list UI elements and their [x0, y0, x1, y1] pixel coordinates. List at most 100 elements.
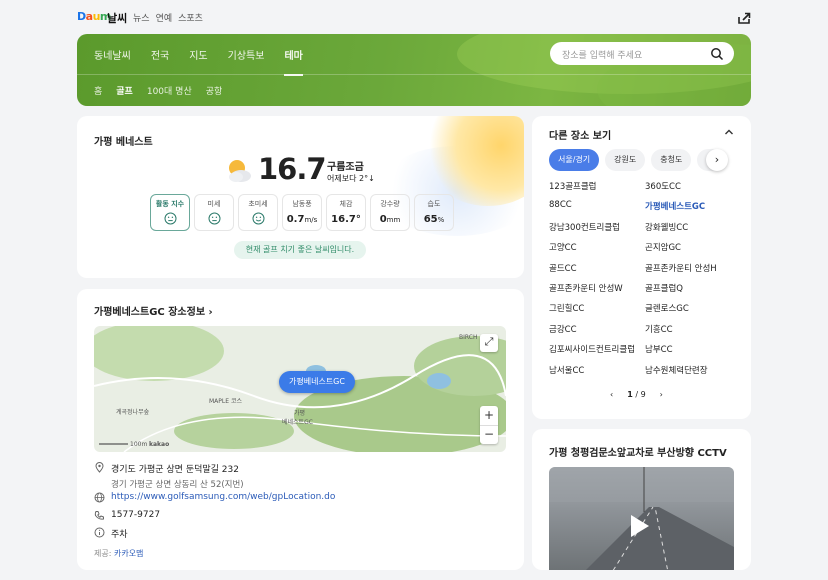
map-label: 계곡정나무숲: [116, 409, 150, 416]
place-link[interactable]: 가평베네스트GC: [645, 200, 739, 212]
location-pin-icon: [95, 462, 104, 473]
daum-logo[interactable]: Daum: [77, 10, 111, 23]
page-indicator: 1 / 9: [627, 390, 646, 399]
road-address: 경기도 가평군 상면 둔덕말길 232: [111, 465, 239, 475]
subtab-mountains[interactable]: 100대 명산: [147, 84, 192, 97]
place-link[interactable]: 골드CC: [549, 262, 645, 274]
top-nav-sports[interactable]: 스포츠: [178, 11, 203, 24]
metric-label: 남동풍: [292, 200, 312, 208]
main-tabs: 동네날씨 전국 지도 기상특보 테마: [94, 47, 304, 76]
zoom-out-icon[interactable]: −: [480, 425, 498, 444]
place-link[interactable]: 기흥CC: [645, 323, 739, 335]
partly-cloudy-icon: [229, 160, 251, 182]
region-chip-gangwon[interactable]: 강원도: [605, 149, 646, 171]
metric-fine-dust[interactable]: 미세: [194, 194, 234, 231]
region-chip-seoul-gyeonggi[interactable]: 서울/경기: [549, 149, 600, 171]
search-icon[interactable]: [710, 47, 724, 61]
place-link[interactable]: 골프존카운티 안성W: [549, 282, 645, 294]
share-icon[interactable]: [736, 10, 752, 26]
metric-unit: m/s: [304, 216, 318, 224]
normal-face-icon: [164, 212, 176, 225]
metric-label: 강수량: [380, 200, 400, 208]
place-link[interactable]: 골프클럽Q: [645, 282, 739, 294]
metric-unit: mm: [386, 216, 401, 224]
place-link[interactable]: 남수원체력단련장: [645, 364, 739, 376]
place-link[interactable]: 김포씨사이드컨트리클럽: [549, 343, 645, 355]
weather-metrics: 활동 지수 미세 초미세 남동풍 0.7m/s 체감 16.7° 강수량 0mm…: [150, 194, 454, 231]
map-label: 베네스트GC: [282, 419, 313, 426]
phone-number[interactable]: 1577-9727: [111, 510, 160, 520]
place-info-card: 가평베네스트GC 장소정보 › BIRCH MAPLE 코스 가평 베네스트GC…: [77, 289, 524, 570]
metric-label: 초미세: [248, 200, 268, 208]
metric-wind[interactable]: 남동풍 0.7m/s: [282, 194, 322, 231]
globe-icon: [94, 492, 105, 503]
region-chips: 서울/경기 강원도 충청도 전: [549, 149, 723, 171]
tab-local[interactable]: 동네날씨: [94, 47, 131, 62]
metric-activity-index[interactable]: 활동 지수: [150, 194, 190, 231]
map-scale: 100m: [130, 441, 148, 448]
parking-info: 주차: [111, 530, 128, 540]
kakao-map-link[interactable]: 카카오맵: [114, 549, 143, 558]
smile-face-icon: [252, 212, 264, 225]
top-nav-entertainment[interactable]: 연예: [156, 11, 173, 24]
metric-value: 0.7: [286, 214, 305, 225]
place-link[interactable]: 금강CC: [549, 323, 645, 335]
subtab-golf[interactable]: 골프: [116, 84, 133, 97]
tab-warnings[interactable]: 기상특보: [228, 47, 265, 62]
subtab-home[interactable]: 홈: [94, 84, 102, 97]
metric-feels-like[interactable]: 체감 16.7°: [326, 194, 366, 231]
place-link[interactable]: 360도CC: [645, 180, 739, 192]
section-title[interactable]: 날씨: [107, 10, 127, 26]
jibun-address: 경기 가평군 상면 상동리 산 52(지번): [111, 480, 244, 490]
map-label: 가평: [294, 410, 306, 417]
search-placeholder: 장소를 입력해 주세요: [562, 51, 643, 61]
tab-national[interactable]: 전국: [151, 47, 169, 62]
metric-ultrafine-dust[interactable]: 초미세: [238, 194, 278, 231]
zoom-in-icon[interactable]: +: [480, 406, 498, 425]
temperature-unit: °: [316, 156, 322, 170]
place-link[interactable]: 골프존카운티 안성H: [645, 262, 739, 274]
current-weather-card: 가평 베네스트 16.7 ° 구름조금 어제보다 2°↓ 활동 지수 미세 초미…: [77, 116, 524, 278]
metric-value: 65: [423, 214, 438, 225]
parking-row: 주차: [94, 527, 128, 540]
place-link[interactable]: 강남300컨트리클럽: [549, 221, 645, 233]
place-link[interactable]: 그린힐CC: [549, 302, 645, 314]
search-input[interactable]: 장소를 입력해 주세요: [550, 42, 734, 65]
header-divider: [77, 74, 751, 75]
top-nav-news[interactable]: 뉴스: [133, 11, 150, 24]
play-icon[interactable]: [631, 515, 649, 537]
map-pin[interactable]: 가평베네스트GC: [279, 371, 355, 393]
chevron-right-icon[interactable]: ›: [706, 149, 728, 171]
place-info-title[interactable]: 가평베네스트GC 장소정보 ›: [94, 303, 213, 318]
cctv-card: 가평 청평검문소앞교차로 부산방향 CCTV: [532, 429, 751, 570]
next-page-icon[interactable]: ›: [660, 390, 663, 399]
tab-map[interactable]: 지도: [189, 47, 207, 62]
place-map[interactable]: BIRCH MAPLE 코스 가평 베네스트GC 계곡정나무숲 100m kak…: [94, 326, 506, 452]
region-chip-chungcheong[interactable]: 충청도: [651, 149, 692, 171]
cctv-video[interactable]: [549, 467, 734, 570]
golf-tip-badge: 현재 골프 치기 좋은 날씨입니다.: [234, 241, 366, 259]
subtab-airport[interactable]: 공항: [206, 84, 223, 97]
website-link[interactable]: https://www.golfsamsung.com/web/gpLocati…: [111, 492, 335, 502]
place-link[interactable]: 고양CC: [549, 241, 645, 253]
place-link[interactable]: 123골프클럽: [549, 180, 645, 192]
metric-label: 활동 지수: [155, 200, 185, 208]
prev-page-icon[interactable]: ‹: [610, 390, 613, 399]
yesterday-compare: 어제보다 2°↓: [327, 174, 375, 183]
place-name: 가평 베네스트: [94, 137, 153, 148]
tab-theme[interactable]: 테마: [284, 47, 304, 76]
place-link[interactable]: 강화웰빙CC: [645, 221, 739, 233]
place-list: 123골프클럽 360도CC 88CC 가평베네스트GC 강남300컨트리클럽 강화웰빙C…: [549, 180, 739, 376]
place-link[interactable]: 남부CC: [645, 343, 739, 355]
chevron-up-icon[interactable]: [724, 127, 734, 137]
weather-header: 동네날씨 전국 지도 기상특보 테마 홈 골프 100대 명산 공항 장소를 입…: [77, 34, 751, 106]
place-link[interactable]: 곤지암GC: [645, 241, 739, 253]
other-places-title: 다른 장소 보기: [549, 131, 612, 142]
place-link[interactable]: 88CC: [549, 200, 645, 212]
fullscreen-icon[interactable]: ⤢: [480, 334, 498, 352]
place-link[interactable]: 글렌로스GC: [645, 302, 739, 314]
sub-tabs: 홈 골프 100대 명산 공항: [94, 84, 222, 97]
place-link[interactable]: 남서울CC: [549, 364, 645, 376]
metric-humidity[interactable]: 습도 65%: [414, 194, 454, 231]
metric-precipitation[interactable]: 강수량 0mm: [370, 194, 410, 231]
